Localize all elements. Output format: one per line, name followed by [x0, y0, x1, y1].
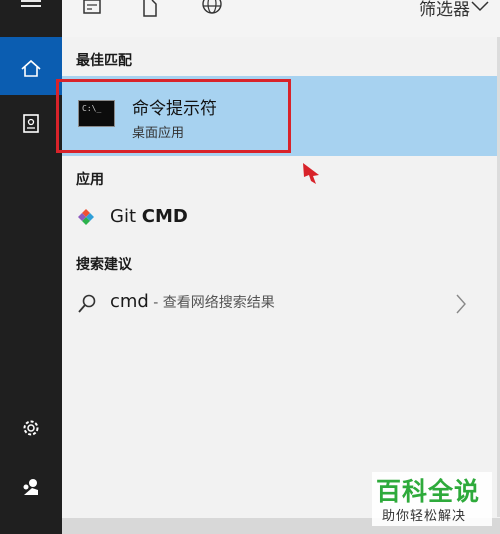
documents-button[interactable]	[0, 113, 62, 135]
app-label-bold: CMD	[141, 206, 188, 227]
globe-icon[interactable]	[202, 0, 222, 16]
home-icon	[21, 59, 41, 77]
documents-icon	[23, 114, 39, 133]
apps-heading: 应用	[76, 172, 104, 188]
watermark: 百科全说 助你轻松解决	[372, 472, 492, 526]
git-icon	[77, 208, 95, 226]
highlight-box	[56, 79, 291, 153]
user-button[interactable]	[0, 476, 62, 498]
search-suggestion[interactable]: cmd - 查看网络搜索结果	[62, 287, 500, 321]
top-toolbar: 筛选器	[62, 0, 500, 37]
chevron-down-icon[interactable]	[470, 0, 490, 12]
home-button[interactable]	[0, 37, 62, 95]
search-icon	[78, 294, 96, 313]
suggestion-query: cmd	[110, 291, 149, 312]
app-result-git-cmd[interactable]: Git CMD	[62, 200, 500, 234]
menu-icon[interactable]	[21, 0, 41, 12]
suggestions-heading: 搜索建议	[76, 257, 132, 273]
document-icon[interactable]	[82, 0, 102, 16]
settings-icon	[23, 420, 39, 436]
file-icon[interactable]	[142, 0, 158, 18]
app-label-prefix: Git	[110, 206, 137, 227]
red-arrow-icon	[303, 163, 319, 184]
suggestion-suffix: - 查看网络搜索结果	[148, 295, 275, 311]
user-icon	[23, 479, 38, 495]
watermark-subtitle: 助你轻松解决	[382, 509, 467, 524]
best-match-heading: 最佳匹配	[76, 53, 132, 69]
watermark-title: 百科全说	[376, 477, 481, 506]
filter-dropdown[interactable]: 筛选器	[419, 0, 470, 20]
left-rail	[0, 0, 62, 534]
chevron-right-icon[interactable]	[455, 294, 467, 314]
settings-button[interactable]	[0, 417, 62, 439]
